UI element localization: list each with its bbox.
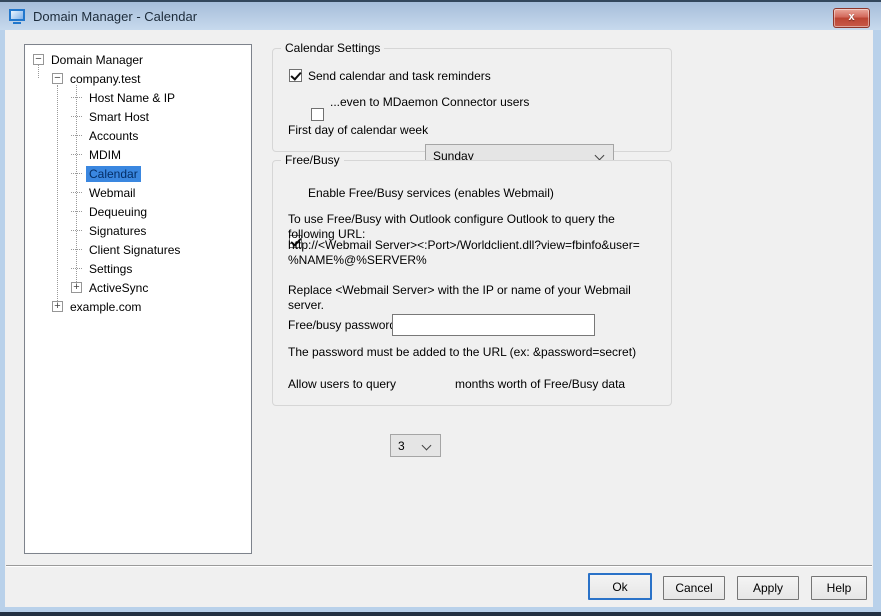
tree-item-label[interactable]: Settings bbox=[86, 261, 135, 277]
tree-connector bbox=[71, 249, 82, 250]
tree-connector bbox=[71, 97, 82, 98]
domain-manager-dialog: Domain Manager - Calendar x −Domain Mana… bbox=[0, 0, 881, 616]
tree-item-client-signatures[interactable]: Client Signatures bbox=[25, 240, 251, 259]
titlebar[interactable]: Domain Manager - Calendar x bbox=[0, 0, 881, 30]
tree-connector bbox=[71, 116, 82, 117]
even-mdaemon-label[interactable]: ...even to MDaemon Connector users bbox=[330, 95, 529, 109]
window-title: Domain Manager - Calendar bbox=[33, 9, 197, 24]
query-months-dropdown[interactable]: 3 bbox=[390, 434, 441, 457]
group-title: Calendar Settings bbox=[281, 41, 384, 55]
replace-note-text: Replace <Webmail Server> with the IP or … bbox=[288, 283, 664, 313]
tree-item-label[interactable]: Calendar bbox=[86, 166, 141, 182]
close-icon[interactable]: x bbox=[833, 8, 870, 28]
tree-connector bbox=[71, 154, 82, 155]
expand-icon[interactable]: + bbox=[71, 282, 82, 293]
tree-item-webmail[interactable]: Webmail bbox=[25, 183, 251, 202]
tree-item-label[interactable]: ActiveSync bbox=[86, 280, 151, 296]
freebusy-url-line2: %NAME%@%SERVER% bbox=[288, 253, 664, 268]
tree-item-label[interactable]: Dequeuing bbox=[86, 204, 150, 220]
tree-connector bbox=[71, 135, 82, 136]
tree-connector bbox=[71, 211, 82, 212]
tree-item-label[interactable]: Host Name & IP bbox=[86, 90, 178, 106]
query-months-prefix: Allow users to query bbox=[288, 377, 396, 391]
app-icon bbox=[9, 8, 26, 24]
first-day-label: First day of calendar week bbox=[288, 123, 428, 137]
tree-connector bbox=[71, 268, 82, 269]
window-border-left bbox=[0, 30, 5, 616]
password-label: Free/busy password bbox=[288, 318, 396, 332]
freebusy-password-input[interactable] bbox=[392, 314, 595, 336]
domain-tree: −Domain Manager−company.testHost Name & … bbox=[24, 44, 252, 554]
help-button[interactable]: Help bbox=[811, 576, 867, 600]
tree-item-label[interactable]: MDIM bbox=[86, 147, 124, 163]
group-title: Free/Busy bbox=[281, 153, 344, 167]
tree-item-dequeuing[interactable]: Dequeuing bbox=[25, 202, 251, 221]
apply-button[interactable]: Apply bbox=[737, 576, 799, 600]
tree-connector bbox=[71, 192, 82, 193]
query-months-value: 3 bbox=[398, 439, 405, 453]
tree-item-mdim[interactable]: MDIM bbox=[25, 145, 251, 164]
tree-item-host-name-ip[interactable]: Host Name & IP bbox=[25, 88, 251, 107]
window-shadow bbox=[0, 612, 881, 616]
query-months-suffix: months worth of Free/Busy data bbox=[455, 377, 625, 391]
tree-connector bbox=[71, 173, 82, 174]
tree-item-accounts[interactable]: Accounts bbox=[25, 126, 251, 145]
tree-item-label[interactable]: company.test bbox=[67, 71, 143, 87]
tree-item-activesync[interactable]: + ActiveSync bbox=[25, 278, 251, 297]
tree-item-domain-manager[interactable]: −Domain Manager bbox=[25, 50, 251, 69]
send-reminders-checkbox[interactable] bbox=[289, 69, 302, 82]
tree-item-label[interactable]: Smart Host bbox=[86, 109, 152, 125]
tree-item-label[interactable]: Client Signatures bbox=[86, 242, 183, 258]
tree-connector bbox=[71, 230, 82, 231]
window-border-right bbox=[873, 30, 881, 616]
tree-item-example-com[interactable]: + example.com bbox=[25, 297, 251, 316]
tree-item-label[interactable]: Webmail bbox=[86, 185, 138, 201]
ok-button[interactable]: Ok bbox=[588, 573, 652, 600]
collapse-icon[interactable]: − bbox=[33, 54, 44, 65]
tree-item-label[interactable]: example.com bbox=[67, 299, 144, 315]
freebusy-url-line1: http://<Webmail Server><:Port>/Worldclie… bbox=[288, 238, 664, 253]
tree-item-calendar[interactable]: Calendar bbox=[25, 164, 251, 183]
tree-item-signatures[interactable]: Signatures bbox=[25, 221, 251, 240]
tree-item-smart-host[interactable]: Smart Host bbox=[25, 107, 251, 126]
tree-item-company-test[interactable]: −company.test bbox=[25, 69, 251, 88]
even-mdaemon-checkbox[interactable] bbox=[311, 108, 324, 121]
send-reminders-label[interactable]: Send calendar and task reminders bbox=[308, 69, 491, 83]
tree-item-label[interactable]: Accounts bbox=[86, 128, 141, 144]
cancel-button[interactable]: Cancel bbox=[663, 576, 725, 600]
footer-divider bbox=[6, 565, 872, 567]
password-note-text: The password must be added to the URL (e… bbox=[288, 345, 664, 360]
enable-freebusy-label[interactable]: Enable Free/Busy services (enables Webma… bbox=[308, 186, 554, 200]
tree-item-label[interactable]: Signatures bbox=[86, 223, 149, 239]
collapse-icon[interactable]: − bbox=[52, 73, 63, 84]
expand-icon[interactable]: + bbox=[52, 301, 63, 312]
tree-item-settings[interactable]: Settings bbox=[25, 259, 251, 278]
tree-item-label[interactable]: Domain Manager bbox=[48, 52, 146, 68]
